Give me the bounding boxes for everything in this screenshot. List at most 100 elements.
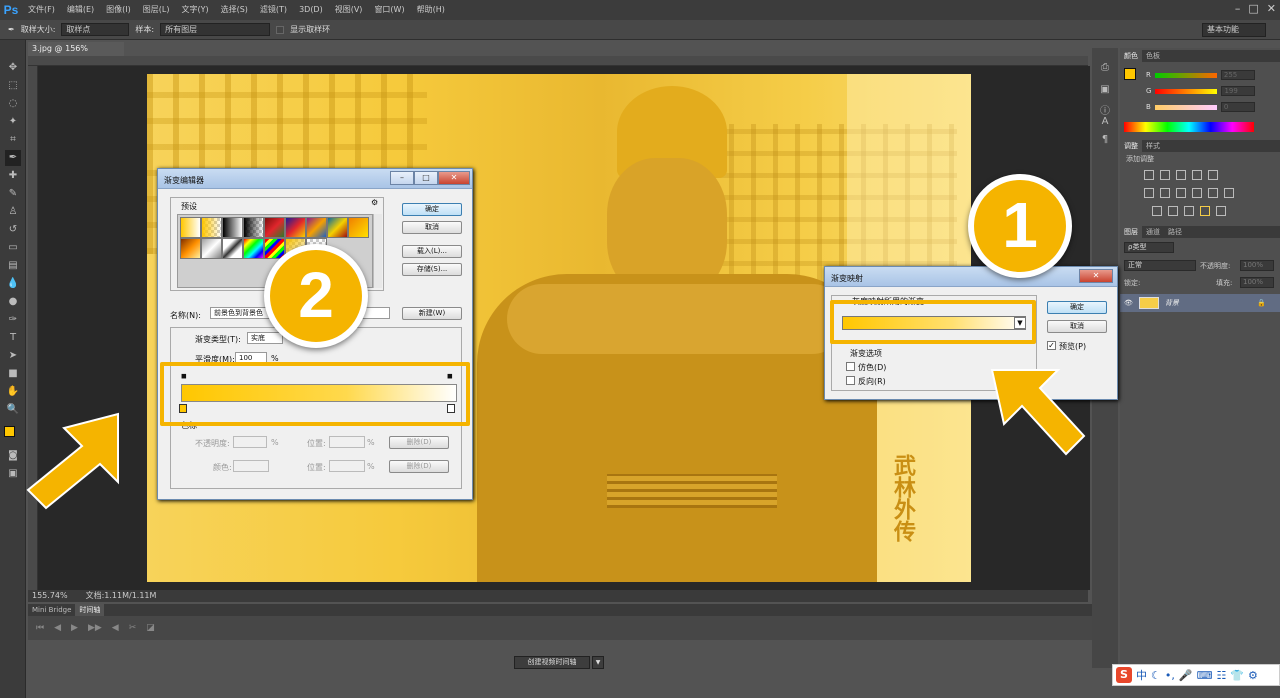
preview-checkbox[interactable]: ✓: [1047, 341, 1056, 350]
paragraph-panel-icon[interactable]: ¶: [1097, 132, 1113, 148]
marquee-tool-icon[interactable]: ⬚: [5, 78, 21, 94]
blue-value[interactable]: 0: [1220, 102, 1255, 112]
red-slider[interactable]: [1154, 72, 1217, 78]
green-value[interactable]: 199: [1221, 86, 1256, 96]
menu-layer[interactable]: 图层(L): [137, 0, 176, 20]
shirt-icon[interactable]: 👕: [1230, 669, 1244, 682]
brush-tool-icon[interactable]: ✎: [5, 186, 21, 202]
dither-checkbox[interactable]: [846, 362, 855, 371]
moon-icon[interactable]: ☾: [1151, 669, 1161, 682]
history-panel-icon[interactable]: ⎙: [1097, 60, 1113, 76]
eyedropper-tool-icon[interactable]: ✒: [5, 150, 21, 166]
next-frame-icon[interactable]: ▶▶: [88, 623, 102, 633]
preset-swatch[interactable]: [243, 217, 264, 238]
pen-tool-icon[interactable]: ✑: [5, 312, 21, 328]
dialog-close-button[interactable]: ✕: [438, 171, 470, 185]
stamp-tool-icon[interactable]: ♙: [5, 204, 21, 220]
eraser-tool-icon[interactable]: ▭: [5, 240, 21, 256]
gradient-map-icon[interactable]: [1200, 206, 1210, 216]
healing-tool-icon[interactable]: ✚: [5, 168, 21, 184]
opacity-value[interactable]: 100%: [1240, 260, 1274, 271]
red-value[interactable]: 255: [1220, 70, 1255, 80]
blue-slider[interactable]: [1154, 104, 1217, 110]
levels-icon[interactable]: [1160, 170, 1170, 180]
actions-panel-icon[interactable]: ▣: [1097, 82, 1113, 98]
menu-type[interactable]: 文字(Y): [175, 0, 214, 20]
close-button[interactable]: ✕: [1267, 2, 1276, 15]
posterize-icon[interactable]: [1168, 206, 1178, 216]
gradient-tool-icon[interactable]: ▤: [5, 258, 21, 274]
tools-icon[interactable]: ⚙: [1248, 669, 1258, 682]
brightness-icon[interactable]: [1144, 170, 1154, 180]
black-white-icon[interactable]: [1176, 188, 1186, 198]
curves-icon[interactable]: [1176, 170, 1186, 180]
first-frame-icon[interactable]: ⏮: [36, 623, 44, 633]
selective-color-icon[interactable]: [1216, 206, 1226, 216]
hue-saturation-icon[interactable]: [1144, 188, 1154, 198]
tab-styles[interactable]: 样式: [1142, 140, 1164, 152]
play-icon[interactable]: ▶: [71, 623, 78, 633]
sample-select[interactable]: 所有图层: [160, 23, 271, 36]
transition-icon[interactable]: ◪: [146, 623, 155, 633]
tab-channels[interactable]: 通道: [1142, 226, 1164, 238]
exposure-icon[interactable]: [1192, 170, 1202, 180]
path-selection-tool-icon[interactable]: ➤: [5, 348, 21, 364]
mic-icon[interactable]: 🎤: [1179, 669, 1193, 682]
preset-swatch[interactable]: [348, 217, 369, 238]
menu-window[interactable]: 窗口(W): [368, 0, 410, 20]
gradient-type-select[interactable]: 实底: [247, 332, 283, 344]
dialog-maximize-button[interactable]: □: [414, 171, 438, 185]
skin-icon[interactable]: ☷: [1216, 669, 1226, 682]
punctuation-icon[interactable]: •,: [1165, 669, 1175, 682]
menu-help[interactable]: 帮助(H): [411, 0, 451, 20]
dodge-tool-icon[interactable]: ●: [5, 294, 21, 310]
color-balance-icon[interactable]: [1160, 188, 1170, 198]
color-spectrum[interactable]: [1124, 122, 1254, 132]
ime-logo[interactable]: S: [1116, 667, 1132, 683]
tab-layers[interactable]: 图层: [1120, 226, 1142, 238]
tab-color[interactable]: 颜色: [1120, 50, 1142, 62]
green-slider[interactable]: [1155, 88, 1218, 94]
foreground-color-swatch[interactable]: [4, 426, 15, 437]
color-panel-foreground[interactable]: [1124, 68, 1136, 80]
eyedropper-icon[interactable]: ✒: [8, 25, 15, 34]
load-button[interactable]: 载入(L)...: [402, 245, 462, 258]
workspace-select[interactable]: 基本功能: [1202, 23, 1266, 37]
shape-tool-icon[interactable]: ■: [5, 366, 21, 382]
preset-swatch[interactable]: [201, 217, 222, 238]
preset-swatch[interactable]: [306, 217, 327, 238]
type-tool-icon[interactable]: T: [5, 330, 21, 346]
preset-swatch[interactable]: [285, 217, 306, 238]
preset-swatch[interactable]: [222, 217, 243, 238]
preset-swatch[interactable]: [180, 217, 201, 238]
menu-3d[interactable]: 3D(D): [293, 0, 329, 20]
channel-mixer-icon[interactable]: [1208, 188, 1218, 198]
document-tab[interactable]: 3.jpg @ 156%(RGB/8#): [28, 42, 124, 67]
menu-edit[interactable]: 编辑(E): [61, 0, 100, 20]
history-brush-tool-icon[interactable]: ↺: [5, 222, 21, 238]
blend-mode-select[interactable]: 正常: [1124, 260, 1196, 271]
presets-gear-icon[interactable]: ⚙: [371, 198, 378, 207]
menu-file[interactable]: 文件(F): [22, 0, 61, 20]
audio-icon[interactable]: ◀: [112, 623, 119, 633]
preset-swatch[interactable]: [222, 238, 243, 259]
presets-scrollbar[interactable]: [373, 214, 382, 288]
move-tool-icon[interactable]: ✥: [5, 60, 21, 76]
minimize-button[interactable]: –: [1235, 2, 1241, 15]
color-lookup-icon[interactable]: [1224, 188, 1234, 198]
threshold-icon[interactable]: [1184, 206, 1194, 216]
quick-mask-icon[interactable]: ◙: [5, 448, 21, 464]
lasso-tool-icon[interactable]: ◌: [5, 96, 21, 112]
reverse-checkbox[interactable]: [846, 376, 855, 385]
ime-mode[interactable]: 中: [1136, 667, 1147, 683]
zoom-level[interactable]: 155.74%: [32, 590, 68, 602]
zoom-tool-icon[interactable]: 🔍: [5, 402, 21, 418]
layer-name[interactable]: 背景: [1165, 298, 1179, 308]
menu-filter[interactable]: 滤镜(T): [254, 0, 293, 20]
magic-wand-tool-icon[interactable]: ✦: [5, 114, 21, 130]
preset-swatch[interactable]: [243, 238, 264, 259]
show-ring-checkbox[interactable]: [276, 25, 285, 34]
photo-filter-icon[interactable]: [1192, 188, 1202, 198]
character-panel-icon[interactable]: A: [1097, 114, 1113, 130]
menu-image[interactable]: 图像(I): [100, 0, 137, 20]
